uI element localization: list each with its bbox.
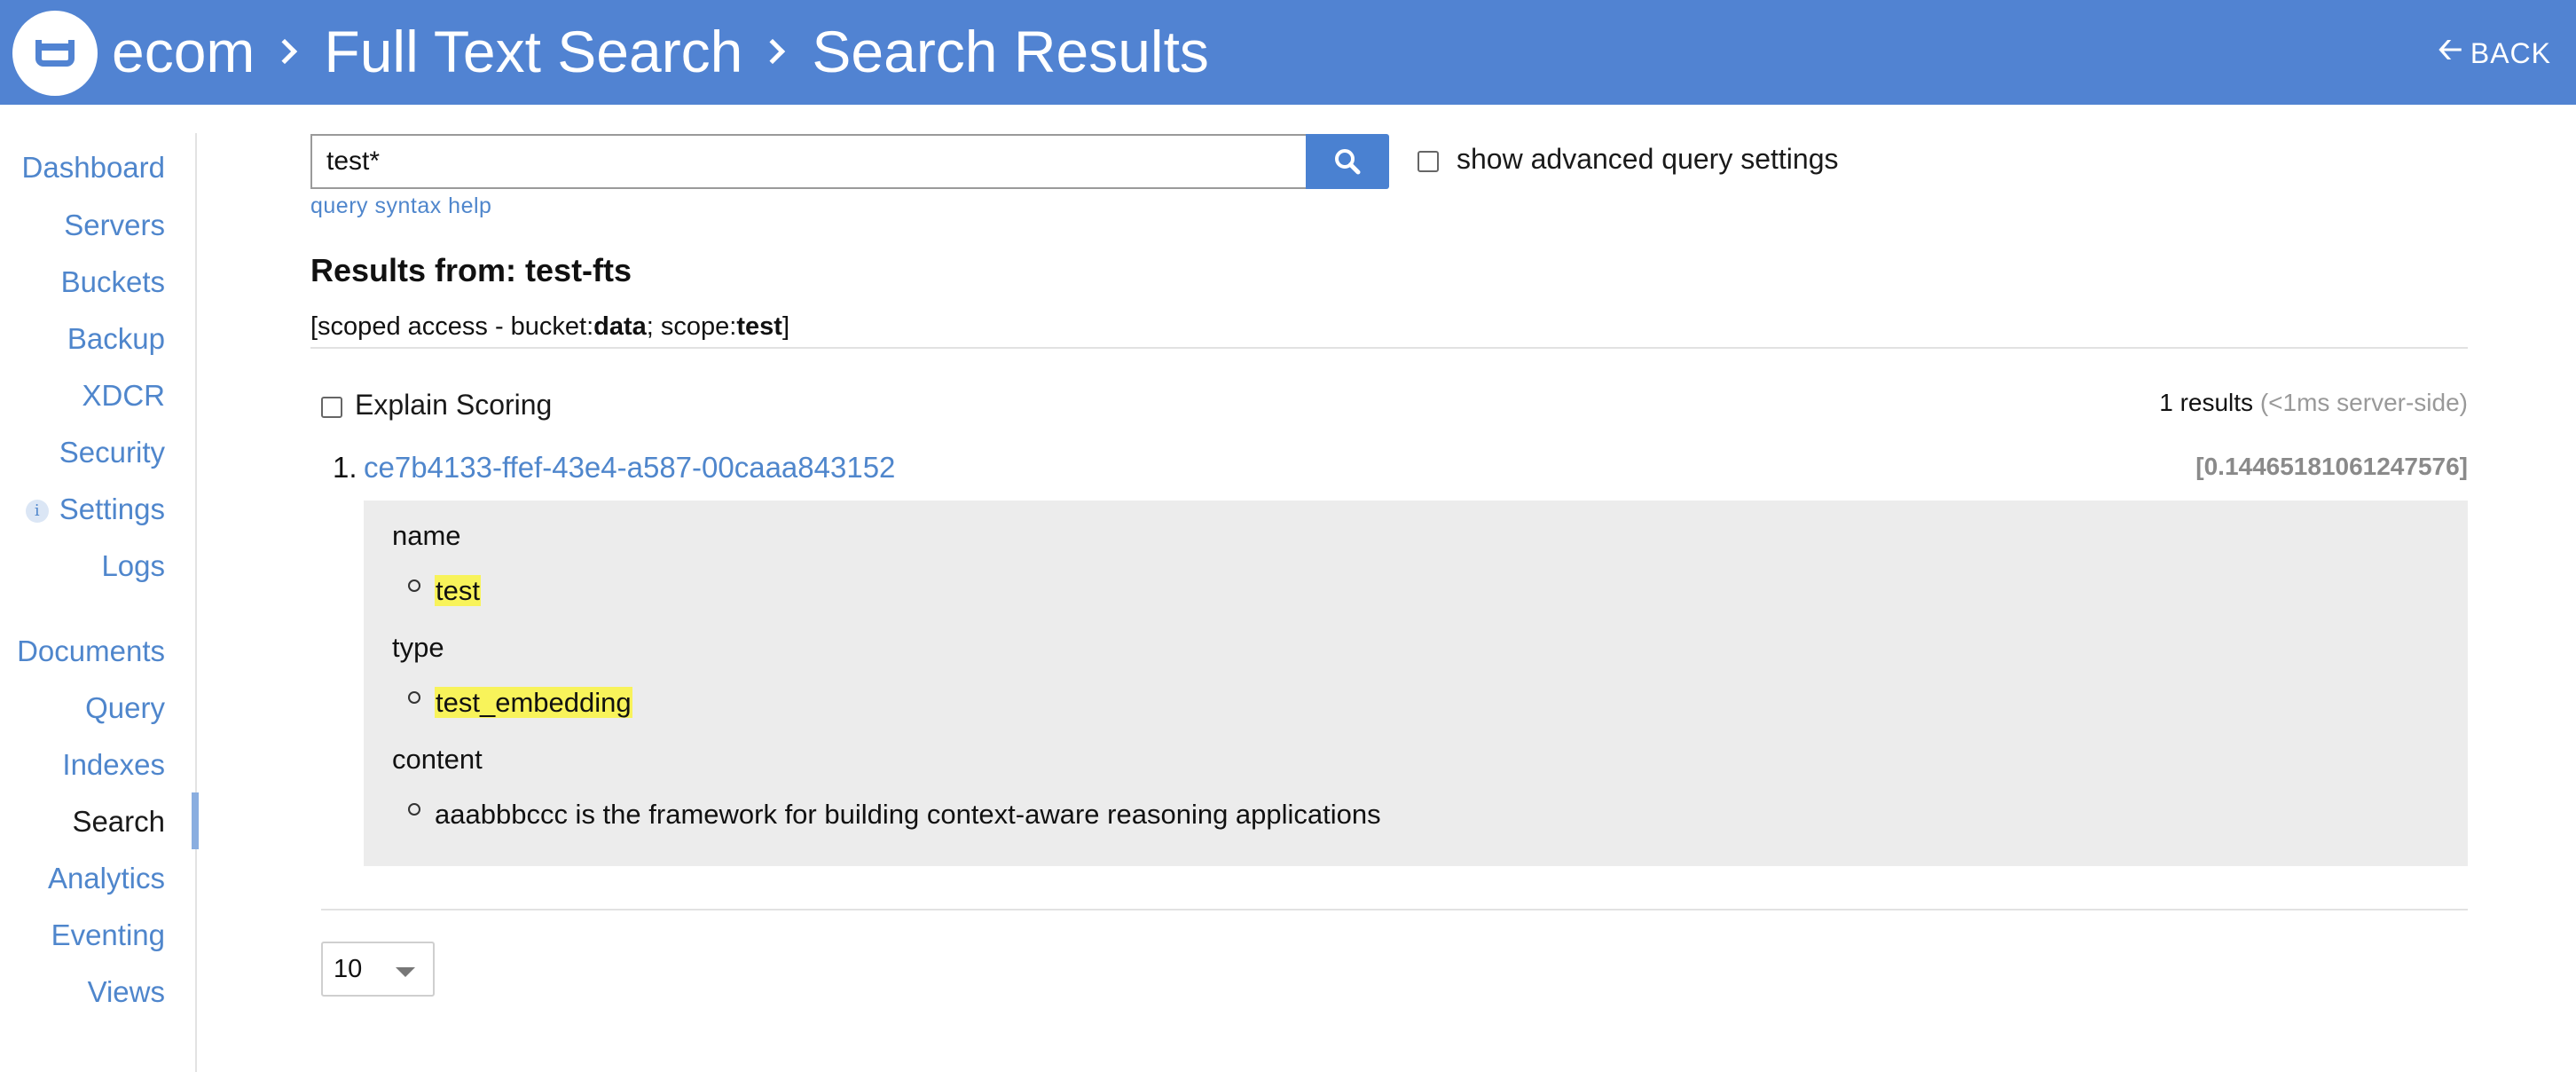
advanced-settings-label[interactable]: show advanced query settings (1457, 143, 1838, 176)
info-icon: i (25, 500, 49, 524)
sidebar-item-views[interactable]: Views (88, 971, 165, 1013)
sidebar-nav: Dashboard Servers Buckets Backup XDCR Se… (0, 133, 199, 1072)
breadcrumb-full-text-search[interactable]: Full Text Search (324, 18, 742, 85)
breadcrumb-bucket[interactable]: ecom (112, 18, 255, 85)
search-button[interactable] (1306, 134, 1389, 189)
query-syntax-help-link[interactable]: query syntax help (310, 193, 491, 219)
chevron-right-icon (760, 38, 786, 65)
page-size-value: 10 (334, 955, 363, 983)
advanced-settings-checkbox[interactable] (1418, 151, 1439, 172)
active-nav-indicator (192, 792, 199, 849)
sidebar-item-xdcr[interactable]: XDCR (82, 374, 165, 417)
couch-logo-icon (35, 40, 75, 67)
caret-down-icon (396, 967, 415, 977)
sidebar-item-eventing[interactable]: Eventing (51, 914, 165, 957)
results-count: 1 results (<1ms server-side) (2159, 389, 2468, 416)
sidebar-item-label: Settings (59, 493, 165, 525)
breadcrumb: ecom Full Text Search Search Results (112, 16, 1209, 87)
back-label: BACK (2470, 36, 2551, 69)
search-icon (1335, 149, 1361, 175)
top-header: ecom Full Text Search Search Results 🡠 B… (0, 0, 2576, 105)
server-timing: (<1ms server-side) (2259, 389, 2468, 416)
sidebar-item-logs[interactable]: Logs (101, 545, 165, 587)
divider (321, 909, 2468, 910)
page-size-select[interactable]: 10 (321, 942, 435, 997)
sidebar-item-dashboard[interactable]: Dashboard (22, 146, 165, 189)
sidebar-item-buckets[interactable]: Buckets (61, 261, 165, 303)
field-name: content (392, 744, 483, 775)
app-logo[interactable] (12, 11, 98, 96)
back-button[interactable]: 🡠 BACK (2438, 33, 2551, 73)
field-value: test_embedding (435, 687, 632, 718)
field-name: type (392, 632, 444, 663)
sidebar-item-analytics[interactable]: Analytics (48, 857, 165, 900)
field-value: aaabbbccc is the framework for building … (435, 799, 1381, 830)
result-document-id-link[interactable]: ce7b4133-ffef-43e4-a587-00caaa843152 (364, 451, 895, 485)
result-number: 1. (333, 451, 357, 484)
sidebar-item-servers[interactable]: Servers (64, 204, 165, 247)
sidebar-item-indexes[interactable]: Indexes (62, 744, 165, 786)
sidebar-item-backup[interactable]: Backup (67, 318, 165, 360)
results-title: Results from: test-fts (310, 252, 632, 288)
sidebar-item-security[interactable]: Security (59, 431, 165, 474)
chevron-right-icon (272, 38, 298, 65)
search-input[interactable] (310, 134, 1306, 189)
explain-scoring-label[interactable]: Explain Scoring (355, 389, 552, 422)
scoped-access-info: [scoped access - bucket:data; scope:test… (310, 312, 789, 341)
scope-name: test (736, 312, 782, 341)
arrow-left-icon: 🡠 (2438, 32, 2463, 67)
field-value: test (435, 575, 481, 606)
circle-bullet-icon (408, 691, 420, 704)
sidebar-item-settings[interactable]: i Settings (25, 488, 165, 531)
circle-bullet-icon (408, 803, 420, 816)
field-name: name (392, 520, 461, 551)
divider (310, 347, 2468, 349)
explain-scoring-checkbox[interactable] (321, 397, 342, 418)
sidebar-item-query[interactable]: Query (85, 687, 165, 729)
result-fields-panel: name test type test_embedding content aa… (364, 501, 2468, 866)
result-score: [0.14465181061247576] (2195, 453, 2468, 480)
sidebar-item-search[interactable]: Search (72, 800, 165, 843)
breadcrumb-search-results: Search Results (812, 19, 1209, 84)
circle-bullet-icon (408, 579, 420, 592)
bucket-name: data (593, 312, 647, 341)
sidebar-item-documents[interactable]: Documents (17, 630, 165, 673)
